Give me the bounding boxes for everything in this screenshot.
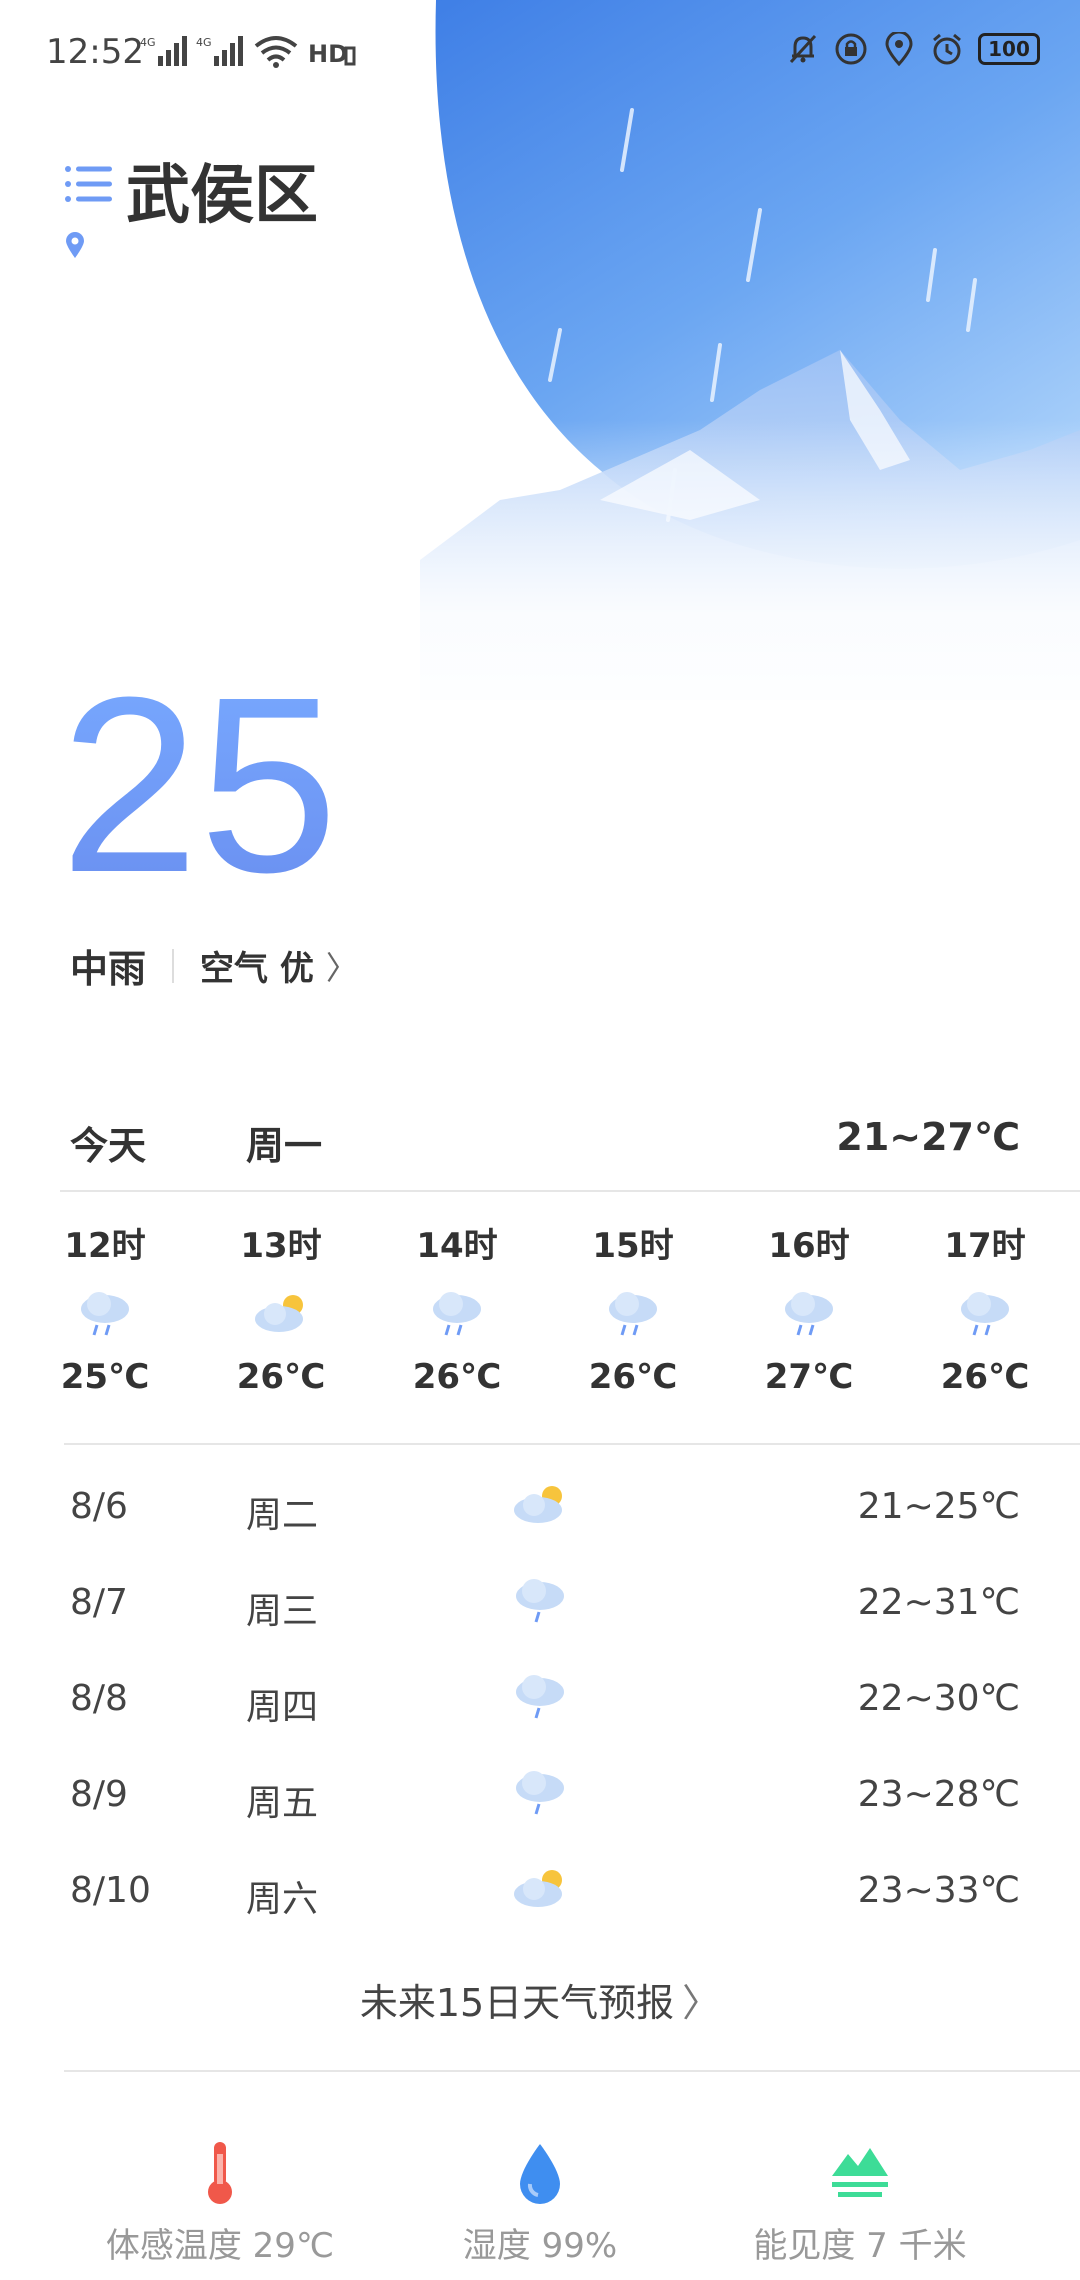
status-time: 12:52	[46, 32, 144, 72]
day-range: 22~30℃	[857, 1678, 1020, 1719]
hour-temp: 26℃	[588, 1357, 678, 1397]
day-weekday: 周六	[246, 1879, 319, 1920]
menu-icon[interactable]	[64, 160, 114, 210]
hour-temp: 25℃	[60, 1357, 150, 1397]
day-weekday: 周二	[246, 1495, 319, 1536]
hour-time: 15时	[592, 1226, 674, 1266]
rain-icon	[785, 1292, 833, 1336]
daily-row[interactable]: 8/8 周四 22~30℃	[70, 1662, 1020, 1758]
visibility-metric[interactable]: 能见度 7 千米	[680, 2140, 1040, 2267]
today-weekday: 周一	[246, 1124, 323, 1168]
rain-icon	[609, 1292, 657, 1336]
location-icon	[885, 32, 913, 66]
hour-time: 12时	[64, 1226, 146, 1266]
hour-time: 14时	[416, 1226, 498, 1266]
partly-cloudy-icon	[255, 1295, 303, 1332]
hour-time: 13时	[240, 1226, 322, 1266]
hour-item: 13时 26℃	[221, 1218, 341, 1397]
hour-item: 15时 26℃	[573, 1218, 693, 1397]
day-range: 23~28℃	[857, 1774, 1020, 1815]
day-range: 21~25℃	[857, 1486, 1020, 1527]
svg-text:HD: HD	[308, 40, 348, 68]
partly-cloudy-icon	[514, 1870, 562, 1907]
hour-temp: 27℃	[764, 1357, 854, 1397]
partly-cloudy-icon	[514, 1486, 562, 1523]
weather-metrics: 体感温度 29℃ 湿度 99% 能见度 7 千米	[0, 2140, 1080, 2280]
day-range: 23~33℃	[857, 1870, 1020, 1911]
svg-text:4G: 4G	[140, 36, 156, 49]
divider	[60, 1190, 1080, 1192]
daily-forecast: 8/6 周二 21~25℃ 8/7 周三 22~31℃ 8/8 周四 22~30…	[70, 1470, 1020, 1950]
daily-row[interactable]: 8/9 周五 23~28℃	[70, 1758, 1020, 1854]
current-temperature: 25	[60, 645, 339, 924]
condition-row: 中雨 空气 优 〉	[70, 938, 358, 993]
light-rain-icon	[516, 1675, 564, 1719]
divider	[172, 948, 175, 983]
air-quality-link[interactable]: 空气 优	[200, 941, 314, 990]
day-weekday: 周三	[246, 1591, 319, 1632]
divider	[64, 2070, 1080, 2072]
day-weekday: 周四	[246, 1687, 319, 1728]
hour-item: 14时 26℃	[397, 1218, 517, 1397]
chevron-right-icon: 〉	[682, 1981, 721, 2025]
battery-indicator: 100	[978, 33, 1040, 65]
hour-time: 17时	[944, 1226, 1026, 1266]
divider	[64, 1443, 1080, 1445]
alarm-icon	[933, 33, 961, 65]
day-date: 8/9	[70, 1774, 128, 1815]
daily-row[interactable]: 8/10 周六 23~33℃	[70, 1854, 1020, 1950]
4g-signal-icon: 4G	[140, 36, 187, 66]
visibility-label: 能见度 7 千米	[753, 2226, 967, 2266]
thermometer-icon	[208, 2142, 232, 2204]
rain-icon	[433, 1292, 481, 1336]
hour-item: 12时 25℃	[45, 1218, 165, 1397]
hourly-forecast[interactable]: 12时 25℃ 13时 26℃ 14时 26℃ 15时 26℃ 16时 27℃ …	[45, 1218, 1045, 1418]
location-pin-icon	[66, 232, 84, 258]
chevron-right-icon[interactable]: 〉	[326, 943, 358, 989]
hour-temp: 26℃	[412, 1357, 502, 1397]
bell-off-icon	[789, 34, 817, 64]
hour-temp: 26℃	[236, 1357, 326, 1397]
rain-icon	[961, 1292, 1009, 1336]
svg-text:4G: 4G	[196, 36, 212, 49]
today-label: 今天	[70, 1124, 147, 1168]
feels-like-metric[interactable]: 体感温度 29℃	[40, 2140, 400, 2267]
day-date: 8/10	[70, 1870, 151, 1911]
feels-like-label: 体感温度 29℃	[105, 2226, 335, 2266]
status-bar: 12:52 4G 4G HD 100	[0, 0, 1080, 110]
rain-icon	[81, 1292, 129, 1336]
day-range: 22~31℃	[857, 1582, 1020, 1623]
weather-condition: 中雨	[70, 947, 147, 991]
day-weekday: 周五	[246, 1783, 319, 1824]
light-rain-icon	[516, 1579, 564, 1623]
water-drop-icon	[520, 2144, 560, 2204]
hd-icon: HD	[308, 40, 356, 68]
hour-time: 16时	[768, 1226, 850, 1266]
forecast-link-label: 未来15日天气预报	[359, 1981, 675, 2025]
daily-row[interactable]: 8/7 周三 22~31℃	[70, 1566, 1020, 1662]
humidity-metric[interactable]: 湿度 99%	[360, 2140, 720, 2267]
visibility-icon	[832, 2148, 888, 2197]
today-summary: 今天 周一 21~27℃	[70, 1115, 1020, 1168]
status-right-icons: 100	[786, 32, 1040, 66]
4g-signal-icon: 4G	[196, 36, 243, 66]
day-date: 8/7	[70, 1582, 128, 1623]
daily-row[interactable]: 8/6 周二 21~25℃	[70, 1470, 1020, 1566]
lock-rotation-icon	[835, 33, 867, 65]
today-range: 21~27℃	[836, 1115, 1020, 1159]
status-signals: 4G 4G HD	[140, 34, 356, 68]
hour-item: 17时 26℃	[925, 1218, 1045, 1397]
wifi-icon	[254, 36, 298, 68]
day-date: 8/8	[70, 1678, 128, 1719]
light-rain-icon	[516, 1771, 564, 1815]
hour-item: 16时 27℃	[749, 1218, 869, 1397]
city-name[interactable]: 武侯区	[126, 144, 318, 236]
15-day-forecast-link[interactable]: 未来15日天气预报〉	[0, 1972, 1080, 2027]
hour-temp: 26℃	[940, 1357, 1030, 1397]
day-date: 8/6	[70, 1486, 128, 1527]
humidity-label: 湿度 99%	[462, 2226, 618, 2266]
